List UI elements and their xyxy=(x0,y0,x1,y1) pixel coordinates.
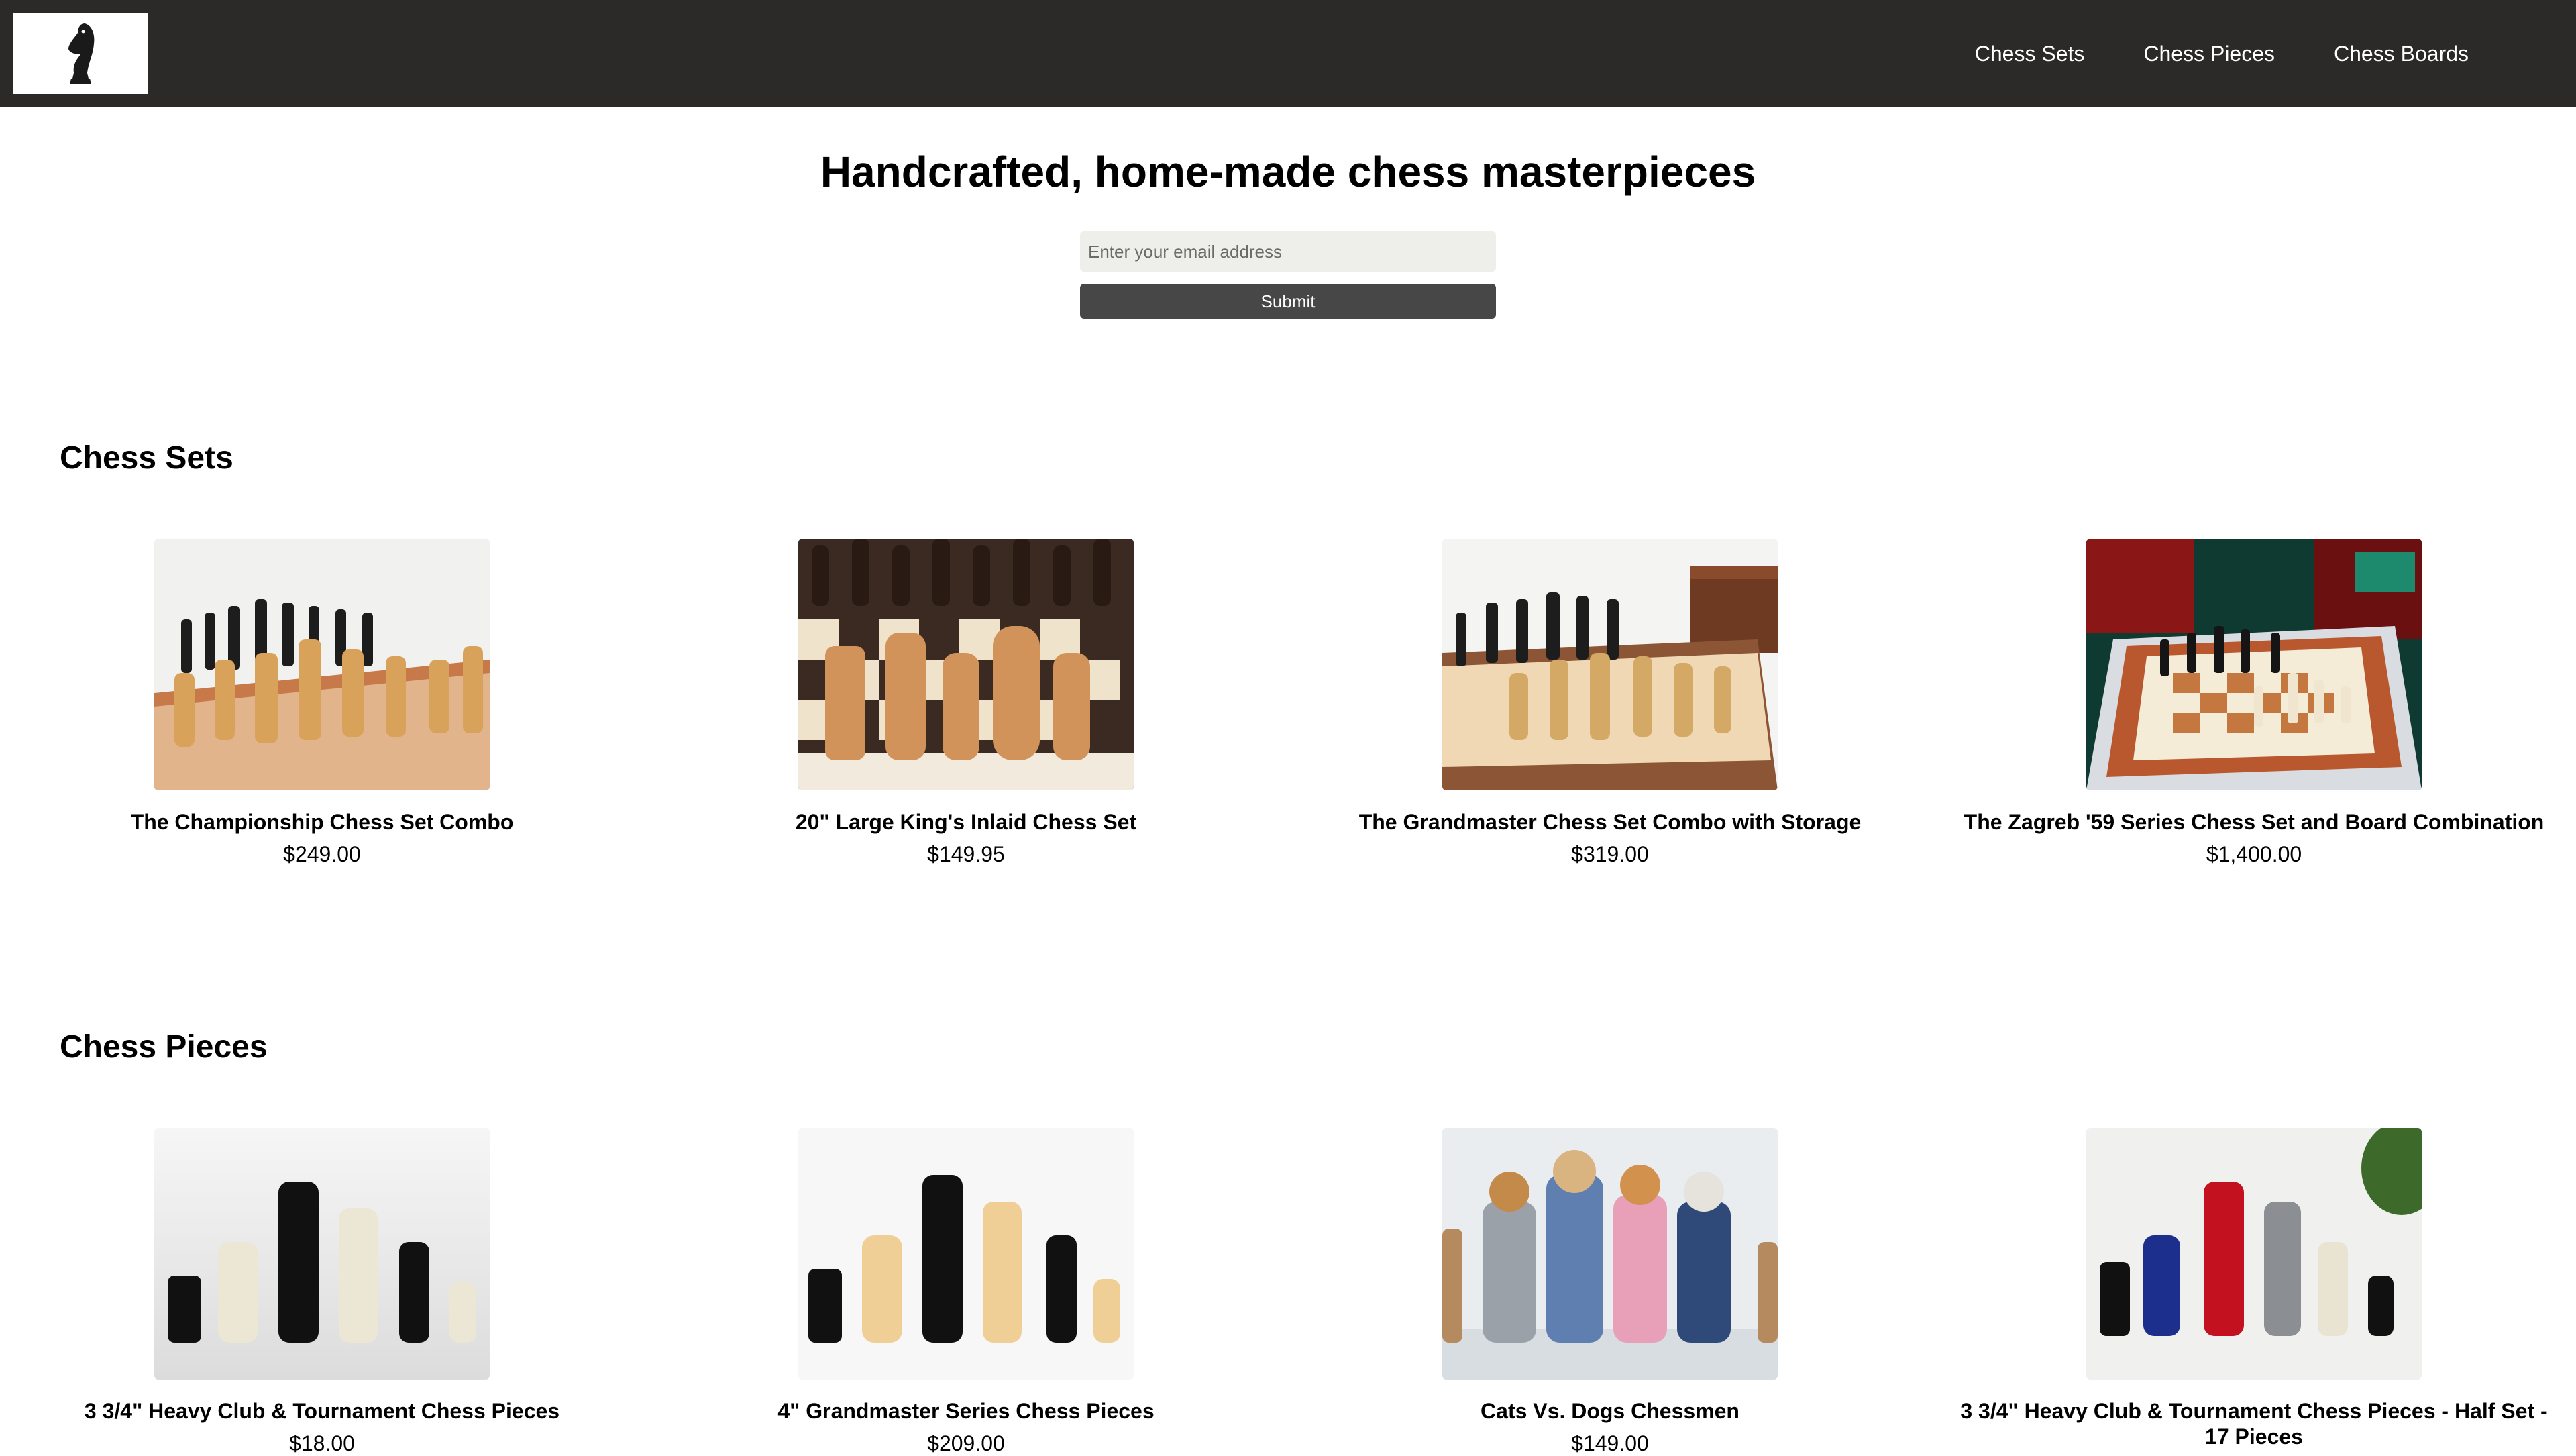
product-name[interactable]: The Zagreb '59 Series Chess Set and Boar… xyxy=(1932,809,2576,835)
product-price: $149.00 xyxy=(1571,1431,1649,1455)
product-card[interactable]: 3 3/4" Heavy Club & Tournament Chess Pie… xyxy=(1932,1128,2576,1456)
product-price: $1,400.00 xyxy=(2206,842,2302,866)
nav-link-chess-pieces[interactable]: Chess Pieces xyxy=(2143,42,2275,66)
product-image[interactable] xyxy=(154,539,490,790)
section-title-chess-sets: Chess Sets xyxy=(60,440,233,476)
product-image[interactable] xyxy=(154,1128,490,1380)
product-name[interactable]: Cats Vs. Dogs Chessmen xyxy=(1288,1398,1932,1424)
product-card[interactable]: The Grandmaster Chess Set Combo with Sto… xyxy=(1288,539,1932,867)
site-logo[interactable] xyxy=(13,13,148,94)
product-card[interactable]: 4" Grandmaster Series Chess Pieces $209.… xyxy=(644,1128,1288,1456)
product-image[interactable] xyxy=(1442,1128,1778,1380)
product-image[interactable] xyxy=(1442,539,1778,790)
email-input[interactable] xyxy=(1080,231,1496,272)
product-name[interactable]: 4" Grandmaster Series Chess Pieces xyxy=(644,1398,1288,1424)
top-navbar: Chess Sets Chess Pieces Chess Boards xyxy=(0,0,2576,107)
nav-link-chess-boards[interactable]: Chess Boards xyxy=(2334,42,2469,66)
product-price: $149.95 xyxy=(927,842,1005,866)
product-name[interactable]: 20" Large King's Inlaid Chess Set xyxy=(644,809,1288,835)
product-image[interactable] xyxy=(798,1128,1134,1380)
product-card[interactable]: The Zagreb '59 Series Chess Set and Boar… xyxy=(1932,539,2576,867)
product-card[interactable]: Cats Vs. Dogs Chessmen $149.00 xyxy=(1288,1128,1932,1456)
section-title-chess-pieces: Chess Pieces xyxy=(60,1029,268,1065)
product-card[interactable]: 20" Large King's Inlaid Chess Set $149.9… xyxy=(644,539,1288,867)
product-name[interactable]: 3 3/4" Heavy Club & Tournament Chess Pie… xyxy=(1932,1398,2576,1449)
product-name[interactable]: 3 3/4" Heavy Club & Tournament Chess Pie… xyxy=(0,1398,644,1424)
submit-button[interactable]: Submit xyxy=(1080,284,1496,319)
product-price: $319.00 xyxy=(1571,842,1649,866)
nav-link-chess-sets[interactable]: Chess Sets xyxy=(1975,42,2085,66)
product-image[interactable] xyxy=(798,539,1134,790)
product-price: $18.00 xyxy=(289,1431,355,1455)
product-card[interactable]: 3 3/4" Heavy Club & Tournament Chess Pie… xyxy=(0,1128,644,1456)
newsletter-form: Submit xyxy=(1080,231,1496,319)
product-card[interactable]: The Championship Chess Set Combo $249.00 xyxy=(0,539,644,867)
product-price: $209.00 xyxy=(927,1431,1005,1455)
product-price: $249.00 xyxy=(283,842,361,866)
product-image[interactable] xyxy=(2086,539,2422,790)
nav-links: Chess Sets Chess Pieces Chess Boards xyxy=(1916,0,2469,107)
product-name[interactable]: The Grandmaster Chess Set Combo with Sto… xyxy=(1288,809,1932,835)
product-image[interactable] xyxy=(2086,1128,2422,1380)
knight-logo-icon xyxy=(68,23,95,84)
hero-title: Handcrafted, home-made chess masterpiece… xyxy=(820,148,1756,196)
hero: Handcrafted, home-made chess masterpiece… xyxy=(0,107,2576,199)
product-name[interactable]: The Championship Chess Set Combo xyxy=(0,809,644,835)
